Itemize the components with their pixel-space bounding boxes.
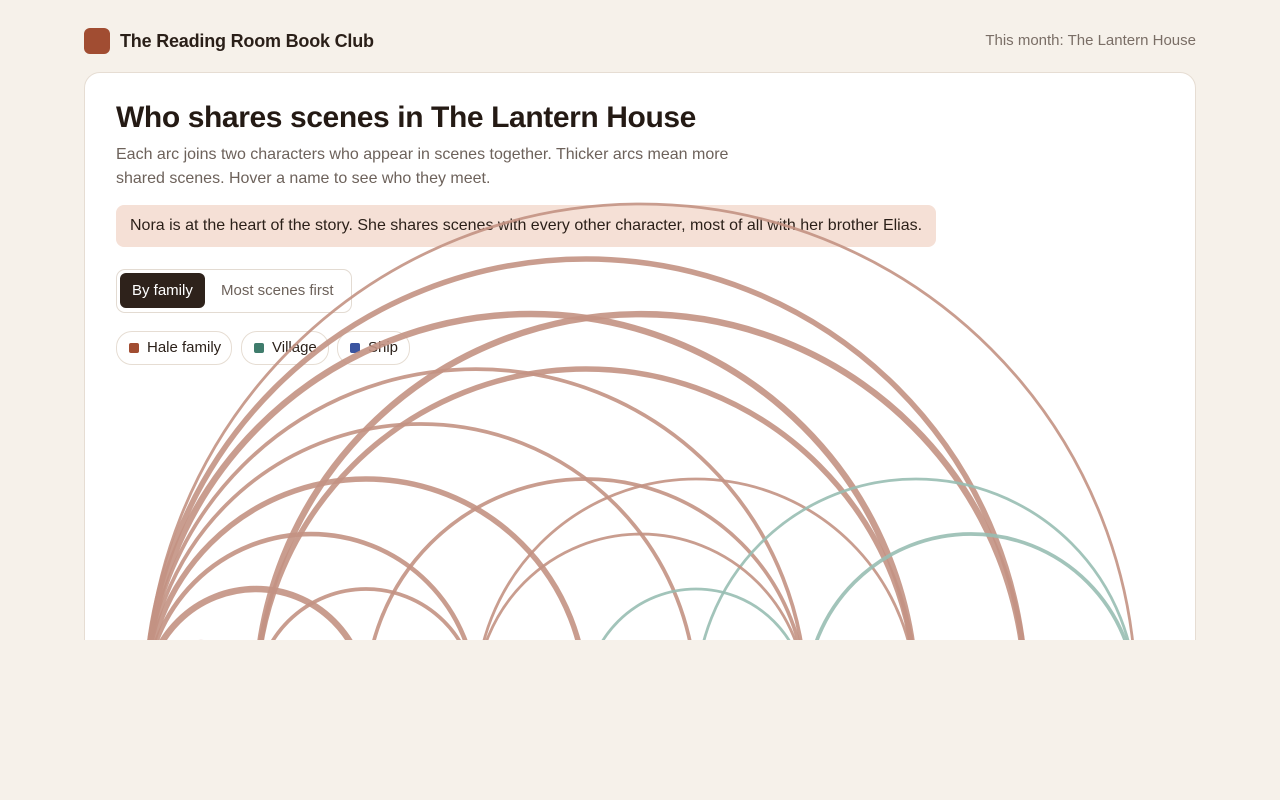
- club-logo: [84, 28, 110, 54]
- top-bar: The Reading Room Book Club This month: T…: [84, 28, 1196, 54]
- arc-link[interactable]: [144, 202, 1138, 700]
- current-book: This month: The Lantern House: [985, 32, 1196, 49]
- brand-name: The Reading Room Book Club: [120, 31, 374, 51]
- page-bottom: [0, 640, 1280, 800]
